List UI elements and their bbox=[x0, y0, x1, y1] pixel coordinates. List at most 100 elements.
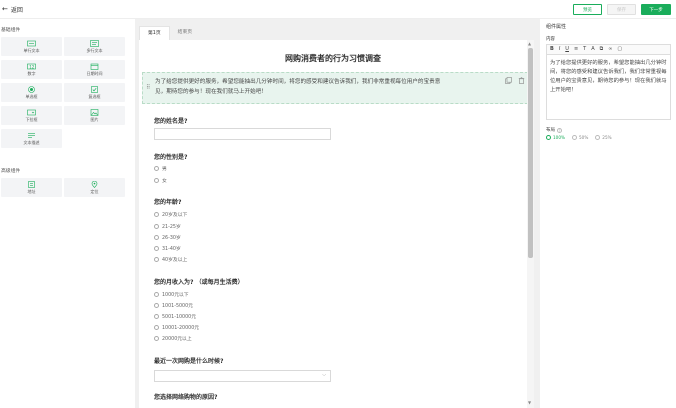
component-image[interactable]: 图片 bbox=[64, 106, 125, 125]
radio-circle-icon bbox=[546, 135, 551, 140]
radio-circle-icon bbox=[154, 224, 159, 229]
delete-icon[interactable] bbox=[518, 77, 525, 84]
copy-icon[interactable] bbox=[505, 77, 512, 84]
content-label: 内容 bbox=[546, 37, 555, 42]
option-label: 5001-10000元 bbox=[162, 315, 196, 320]
component-label: 单行文本 bbox=[23, 48, 40, 53]
component-multi-line-text[interactable]: 多行文本 bbox=[64, 37, 125, 56]
option-label: 20000元以上 bbox=[162, 337, 192, 342]
radio-option[interactable]: 女 bbox=[154, 177, 167, 184]
name-input[interactable] bbox=[154, 128, 331, 140]
tab-end-page[interactable]: 结束页 bbox=[170, 26, 200, 40]
radio-circle-icon bbox=[154, 166, 159, 171]
radio-option[interactable]: 31-40岁 bbox=[154, 245, 181, 252]
component-radio[interactable]: 单选框 bbox=[1, 83, 62, 102]
radio-circle-icon bbox=[154, 246, 159, 251]
next-step-button[interactable]: 下一步 bbox=[641, 4, 671, 15]
font-color-icon[interactable]: A bbox=[591, 45, 594, 54]
option-label: 40岁及以上 bbox=[162, 258, 188, 263]
back-button[interactable]: ← 返回 bbox=[2, 5, 23, 15]
component-datetime[interactable]: 日期时间 bbox=[64, 60, 125, 79]
radio-option[interactable]: 20000元以上 bbox=[154, 335, 192, 342]
component-number[interactable]: 12 数字 bbox=[1, 60, 62, 79]
radio-option[interactable]: 20岁及以下 bbox=[154, 211, 187, 218]
question-title-gender: 您的性别是? bbox=[154, 154, 188, 161]
svg-text:12: 12 bbox=[29, 64, 35, 69]
radio-circle-icon bbox=[154, 235, 159, 240]
align-icon[interactable]: ≡ bbox=[574, 45, 578, 54]
radio-circle-icon bbox=[154, 303, 159, 308]
italic-icon[interactable]: I bbox=[559, 45, 560, 54]
chevron-down-icon: ⌵ bbox=[322, 372, 326, 378]
scroll-up-icon[interactable]: ▲ bbox=[528, 41, 531, 46]
checkbox-icon bbox=[91, 86, 98, 93]
address-icon bbox=[28, 181, 35, 188]
layout-option-label: 50% bbox=[578, 135, 589, 140]
radio-option[interactable]: 40岁及以上 bbox=[154, 256, 187, 263]
description-text: 为了给您提供更好的服务，希望您能抽出几分钟时间，将您的感受和建议告诉我们，我们非… bbox=[155, 77, 502, 97]
dropdown-icon bbox=[27, 109, 36, 116]
radio-option[interactable]: 1001-5000元 bbox=[154, 302, 193, 309]
number-icon: 12 bbox=[27, 63, 36, 69]
component-label: 下拉框 bbox=[25, 117, 38, 122]
radio-option[interactable]: 26-30岁 bbox=[154, 234, 181, 241]
description-block[interactable]: ⠿ 为了给您提供更好的服务，希望您能抽出几分钟时间，将您的感受和建议告诉我们，我… bbox=[142, 72, 527, 104]
radio-circle-icon bbox=[154, 292, 159, 297]
multi-line-text-icon bbox=[90, 40, 99, 47]
component-label: 地址 bbox=[27, 189, 36, 194]
text-description-icon bbox=[28, 133, 35, 138]
copy-format-icon[interactable]: ⧉ bbox=[600, 45, 604, 54]
option-label: 女 bbox=[162, 179, 167, 184]
source-icon[interactable]: ▢ bbox=[617, 45, 622, 54]
component-label: 定位 bbox=[90, 189, 99, 194]
advanced-components-title: 高级组件 bbox=[1, 169, 21, 174]
last-purchase-select[interactable]: ⌵ bbox=[154, 370, 331, 382]
layout-option-50[interactable]: 50% bbox=[571, 135, 589, 140]
layout-option-label: 25% bbox=[602, 135, 612, 140]
help-icon[interactable]: ? bbox=[557, 127, 562, 133]
layout-option-label: 100% bbox=[553, 135, 565, 140]
properties-panel: 组件属性 内容 B I U ≡ T A ⧉ ∞ ▢ 为了给您提供更好的服务，希望… bbox=[540, 19, 676, 408]
bold-icon[interactable]: B bbox=[550, 45, 554, 54]
radio-option[interactable]: 1000元以下 bbox=[154, 291, 189, 298]
back-arrow-icon: ← bbox=[2, 5, 8, 13]
font-size-icon[interactable]: T bbox=[583, 45, 586, 54]
form-canvas: 网购消费者的行为习惯调查 ⠿ 为了给您提供更好的服务，希望您能抽出几分钟时间，将… bbox=[139, 40, 527, 408]
content-editor[interactable]: 为了给您提供更好的服务，希望您能抽出几分钟时间，将您的感受和建议告诉我们，我们非… bbox=[546, 55, 671, 120]
radio-option[interactable]: 21-25岁 bbox=[154, 223, 181, 230]
scroll-down-icon[interactable]: ▼ bbox=[528, 400, 531, 405]
radio-option[interactable]: 男 bbox=[154, 165, 167, 172]
layout-label: 布局 bbox=[546, 128, 555, 133]
radio-circle-icon bbox=[154, 178, 159, 183]
link-icon[interactable]: ∞ bbox=[608, 45, 612, 54]
component-checkbox[interactable]: 复选框 bbox=[64, 83, 125, 102]
option-label: 1001-5000元 bbox=[162, 304, 193, 309]
single-line-text-icon bbox=[27, 40, 36, 47]
radio-option[interactable]: 10001-20000元 bbox=[154, 324, 199, 331]
top-bar: ← 返回 预览 保存 下一步 bbox=[0, 0, 676, 19]
component-dropdown[interactable]: 下拉框 bbox=[1, 106, 62, 125]
tab-page-1[interactable]: 第1页 bbox=[139, 26, 170, 40]
radio-circle-icon bbox=[154, 314, 159, 319]
radio-option[interactable]: 5001-10000元 bbox=[154, 313, 196, 320]
preview-button[interactable]: 预览 bbox=[573, 4, 602, 15]
component-location[interactable]: 定位 bbox=[64, 178, 125, 197]
component-address[interactable]: 地址 bbox=[1, 178, 62, 197]
component-label: 图片 bbox=[90, 117, 99, 122]
layout-option-100[interactable]: 100% bbox=[546, 135, 565, 140]
properties-title: 组件属性 bbox=[546, 24, 567, 30]
option-label: 男 bbox=[162, 167, 167, 172]
layout-options: 100% 50% 25% bbox=[546, 135, 612, 140]
radio-icon bbox=[28, 86, 35, 93]
component-text-description[interactable]: 文本描述 bbox=[1, 129, 62, 148]
component-label: 复选框 bbox=[88, 94, 101, 99]
underline-icon[interactable]: U bbox=[565, 45, 569, 54]
question-title-name: 您的姓名是? bbox=[154, 118, 188, 125]
scrollbar-thumb[interactable] bbox=[528, 48, 533, 258]
component-single-line-text[interactable]: 单行文本 bbox=[1, 37, 62, 56]
layout-option-25[interactable]: 25% bbox=[595, 135, 612, 140]
drag-handle-icon[interactable]: ⠿ bbox=[146, 84, 150, 91]
option-label: 26-30岁 bbox=[162, 236, 181, 241]
save-button[interactable]: 保存 bbox=[607, 4, 636, 15]
question-title-reason: 您选择网络购物的原因? bbox=[154, 394, 218, 401]
